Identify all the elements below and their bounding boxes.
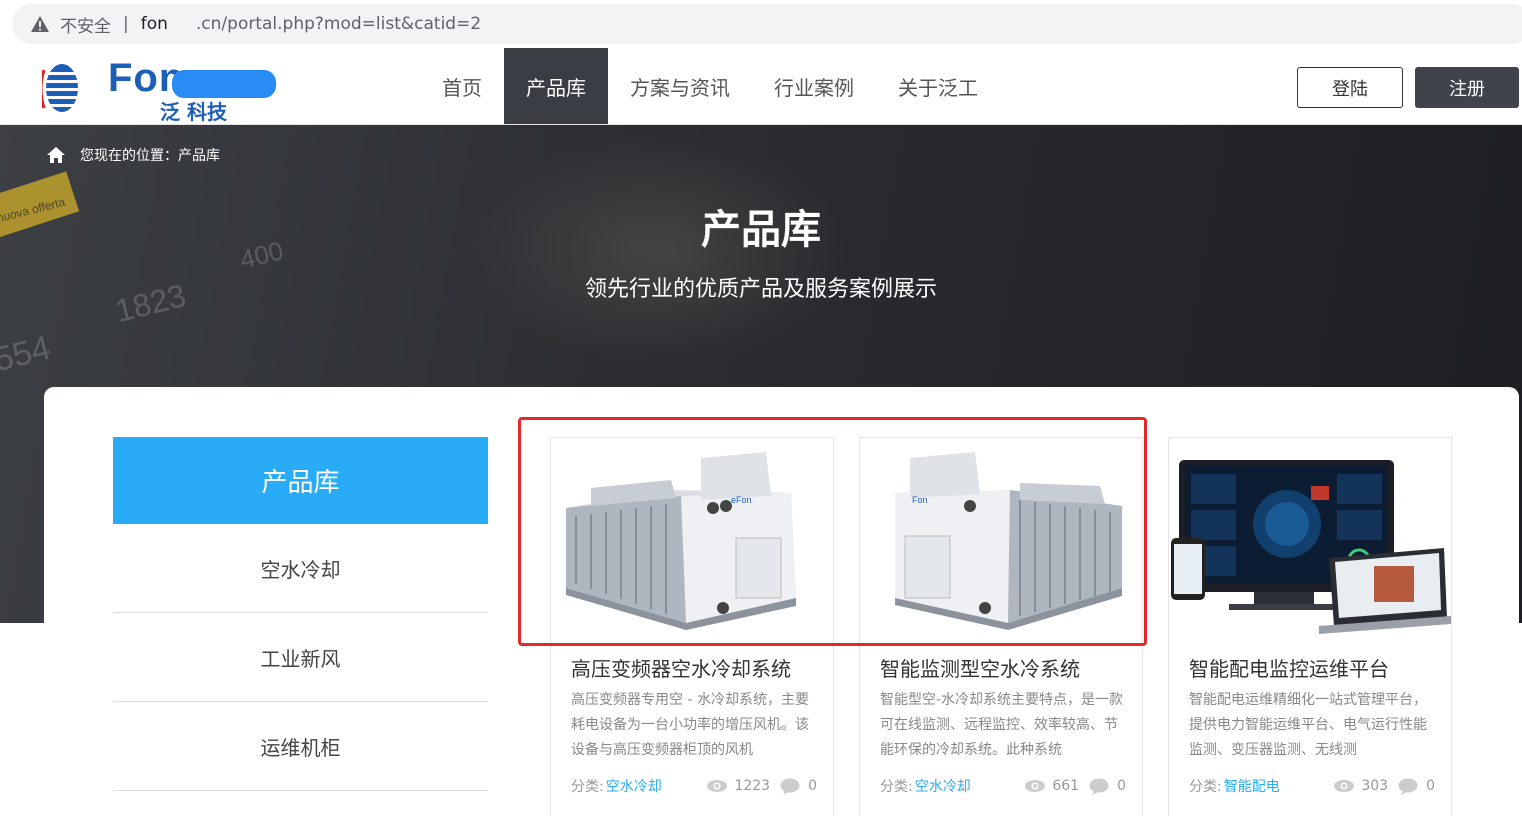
nav-industry-cases[interactable]: 行业案例 xyxy=(752,48,876,124)
nav-solutions-news[interactable]: 方案与资讯 xyxy=(608,48,752,124)
url-host: fon xyxy=(140,14,168,34)
product-image-cooling-unit[interactable]: eFon xyxy=(551,438,833,638)
home-icon[interactable] xyxy=(46,146,66,164)
comment-icon xyxy=(1398,778,1418,795)
breadcrumb-text: 您现在的位置：产品库 xyxy=(80,148,220,164)
logo-globe-icon xyxy=(42,64,78,112)
card-description: 智能配电运维精细化一站式管理平台，提供电力智能运维平台、电气运行性能监测、变压器… xyxy=(1189,692,1427,758)
sidebar-item-ops-cabinet[interactable]: 运维机柜 xyxy=(113,702,488,791)
category-link[interactable]: 智能配电 xyxy=(1224,776,1280,796)
category-sidebar: 产品库 空水冷却 工业新风 运维机柜 xyxy=(113,437,488,791)
card-title[interactable]: 智能配电监控运维平台 xyxy=(1189,653,1389,682)
main-nav: 首页 产品库 方案与资讯 行业案例 关于泛工 xyxy=(420,48,1000,124)
comment-count: 0 xyxy=(1117,778,1126,794)
url-redaction xyxy=(167,15,196,33)
category-label: 分类: xyxy=(571,779,604,795)
login-button[interactable]: 登陆 xyxy=(1297,67,1403,108)
smart-cooling-unit-illustration: Fon xyxy=(895,452,1122,630)
svg-text:eFon: eFon xyxy=(731,495,752,505)
category-label: 分类: xyxy=(880,779,913,795)
card-description: 高压变频器专用空 - 水冷却系统，主要耗电设备为一台小功率的增压风机。该设备与高… xyxy=(571,692,809,758)
content-panel: 产品库 空水冷却 工业新风 运维机柜 eFon 高压变频器空水冷却系统 高压变频… xyxy=(44,387,1519,816)
sidebar-item-air-water-cooling[interactable]: 空水冷却 xyxy=(113,524,488,613)
nav-about[interactable]: 关于泛工 xyxy=(876,48,1000,124)
page-title: 产品库 xyxy=(701,207,821,253)
site-logo[interactable]: Fon 泛 科技 xyxy=(42,56,282,124)
card-title[interactable]: 智能监测型空水冷系统 xyxy=(880,653,1080,682)
card-title[interactable]: 高压变频器空水冷却系统 xyxy=(571,653,791,682)
product-image-monitoring-platform[interactable] xyxy=(1169,438,1451,638)
hero-deco-number: 554 xyxy=(0,328,55,380)
category-link[interactable]: 空水冷却 xyxy=(606,776,662,796)
security-label: 不安全 xyxy=(60,16,111,37)
site-header: Fon 泛 科技 首页 产品库 方案与资讯 行业案例 关于泛工 登陆 注册 xyxy=(0,48,1522,125)
logo-redaction xyxy=(172,70,276,98)
view-count: 303 xyxy=(1361,778,1389,794)
nav-products[interactable]: 产品库 xyxy=(504,48,608,124)
view-count: 661 xyxy=(1052,778,1080,794)
register-button[interactable]: 注册 xyxy=(1415,67,1519,108)
product-card[interactable]: Fon 智能监测型空水冷系统 智能型空-水冷却系统主要特点，是一款可在线监测、远… xyxy=(859,437,1143,816)
warning-icon[interactable] xyxy=(30,15,50,33)
logo-subtitle: 泛 科技 xyxy=(160,100,227,124)
comment-count: 0 xyxy=(808,778,817,794)
comment-icon xyxy=(1089,778,1109,795)
sidebar-item-industrial-fresh-air[interactable]: 工业新风 xyxy=(113,613,488,702)
eye-icon xyxy=(1334,780,1355,792)
view-count: 1223 xyxy=(734,778,771,794)
url-separator: | xyxy=(123,14,129,34)
product-card[interactable]: 智能配电监控运维平台 智能配电运维精细化一站式管理平台，提供电力智能运维平台、电… xyxy=(1168,437,1452,816)
svg-text:Fon: Fon xyxy=(912,495,928,505)
cooling-unit-illustration: eFon xyxy=(566,452,796,630)
category-label: 分类: xyxy=(1189,779,1222,795)
sidebar-heading[interactable]: 产品库 xyxy=(113,437,488,524)
eye-icon xyxy=(707,780,728,792)
card-meta: 分类: 空水冷却 1223 0 xyxy=(571,776,817,796)
product-card[interactable]: eFon 高压变频器空水冷却系统 高压变频器专用空 - 水冷却系统，主要耗电设备… xyxy=(550,437,834,816)
category-link[interactable]: 空水冷却 xyxy=(915,776,971,796)
comment-icon xyxy=(780,778,800,795)
card-meta: 分类: 空水冷却 661 0 xyxy=(880,776,1126,796)
url-path: .cn/portal.php?mod=list&catid=2 xyxy=(195,14,482,34)
breadcrumb: 您现在的位置：产品库 xyxy=(46,145,220,165)
url-field[interactable]: 不安全 | fon .cn/portal.php?mod=list&catid=… xyxy=(12,4,1522,44)
monitoring-platform-illustration xyxy=(1171,460,1451,634)
card-meta: 分类: 智能配电 303 0 xyxy=(1189,776,1435,796)
comment-count: 0 xyxy=(1426,778,1435,794)
product-image-smart-cooling-unit[interactable]: Fon xyxy=(860,438,1142,638)
browser-address-bar: 不安全 | fon .cn/portal.php?mod=list&catid=… xyxy=(0,0,1522,48)
page-subtitle: 领先行业的优质产品及服务案例展示 xyxy=(584,277,937,302)
eye-icon xyxy=(1025,780,1046,792)
card-description: 智能型空-水冷却系统主要特点，是一款可在线监测、远程监控、效率较高、节能环保的冷… xyxy=(880,692,1124,758)
nav-home[interactable]: 首页 xyxy=(420,48,504,124)
